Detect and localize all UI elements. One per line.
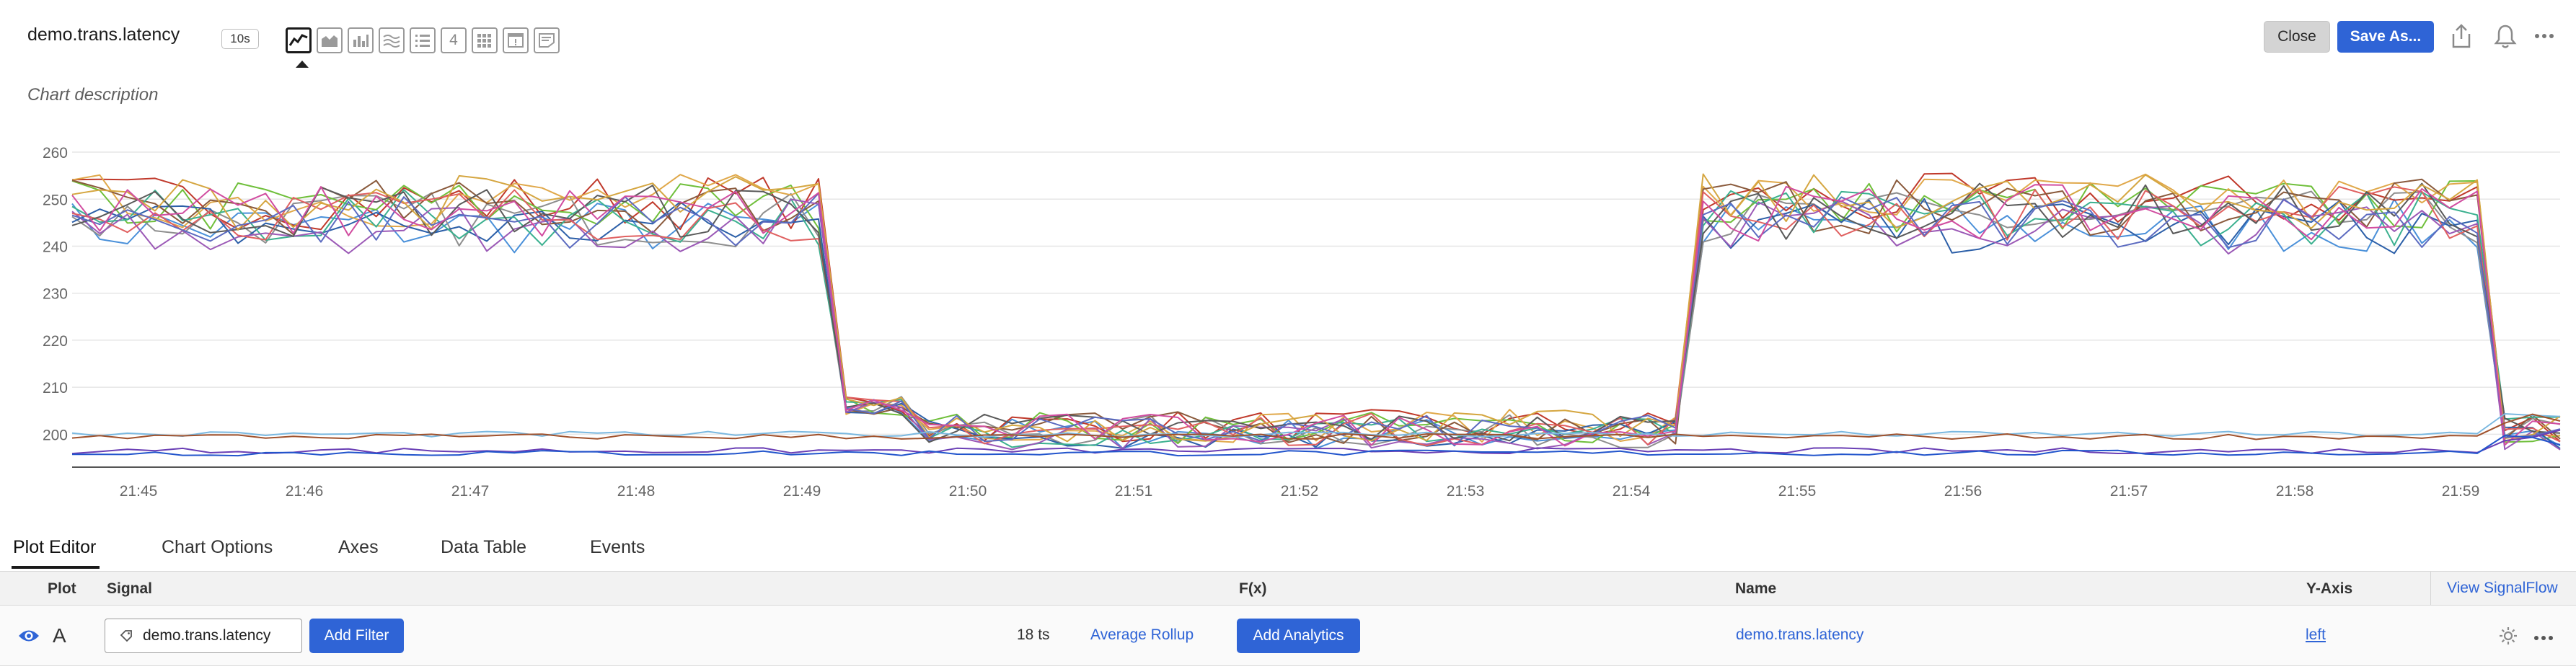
plot-table-header: Plot Signal F(x) Name Y-Axis View Signal… — [0, 571, 2576, 606]
histogram-icon[interactable] — [379, 27, 405, 53]
plot-row: A demo.trans.latency Add Filter 18 ts Av… — [0, 606, 2576, 666]
series-line[interactable] — [71, 182, 2561, 443]
tab-events[interactable]: Events — [590, 537, 645, 558]
y-tick-label: 220 — [43, 333, 68, 350]
series-line[interactable] — [71, 198, 2561, 451]
active-tab-indicator — [12, 566, 100, 569]
x-tick-label: 21:57 — [2110, 483, 2148, 500]
y-tick-label: 210 — [43, 380, 68, 396]
series-line[interactable] — [71, 198, 2561, 449]
event-feed-icon[interactable] — [503, 27, 529, 53]
plot-name-link[interactable]: demo.trans.latency — [1736, 626, 1863, 644]
x-tick-label: 21:47 — [451, 483, 490, 500]
resolution-badge: 10s — [221, 29, 259, 49]
yaxis-link[interactable]: left — [2306, 626, 2326, 644]
add-analytics-button[interactable]: Add Analytics — [1237, 619, 1360, 653]
chart-header: demo.trans.latency 10s 4 Close Save As..… — [0, 0, 2576, 72]
x-tick-label: 21:56 — [1944, 483, 1982, 500]
tab-chart-options[interactable]: Chart Options — [162, 537, 273, 558]
heatmap-icon[interactable] — [472, 27, 498, 53]
x-tick-label: 21:50 — [949, 483, 987, 500]
chart-svg: 200 210 220 230 240 250 260 21:45 21:46 21:47 21:4… — [43, 145, 2561, 500]
timeseries-count: 18 ts — [1017, 626, 1050, 643]
visualization-picker: 4 — [286, 27, 560, 53]
add-filter-button[interactable]: Add Filter — [309, 619, 404, 653]
chart-description[interactable]: Chart description — [27, 85, 158, 105]
series-line[interactable] — [71, 189, 2561, 448]
x-tick-label: 21:53 — [1447, 483, 1485, 500]
y-tick-label: 200 — [43, 427, 68, 443]
series-line[interactable] — [71, 184, 2561, 447]
area-chart-icon[interactable] — [317, 27, 343, 53]
header-fx: F(x) — [1239, 580, 1267, 597]
series-line[interactable] — [71, 192, 2561, 447]
x-tick-label: 21:55 — [1778, 483, 1817, 500]
x-tick-label: 21:54 — [1613, 483, 1651, 500]
chart-title[interactable]: demo.trans.latency — [27, 25, 180, 45]
tab-plot-editor[interactable]: Plot Editor — [13, 537, 96, 558]
line-chart-icon[interactable] — [286, 27, 312, 53]
x-tick-label: 21:51 — [1115, 483, 1153, 500]
single-value-icon[interactable]: 4 — [441, 27, 467, 53]
text-note-icon[interactable] — [534, 27, 560, 53]
bell-icon[interactable] — [2491, 22, 2520, 50]
signal-field[interactable]: demo.trans.latency — [105, 619, 302, 653]
share-icon[interactable] — [2447, 22, 2476, 50]
series-line[interactable] — [71, 198, 2561, 449]
x-tick-label: 21:45 — [120, 483, 158, 500]
tag-icon — [120, 630, 132, 642]
line-chart: 200 210 220 230 240 250 260 21:45 21:46 21:47 21:4… — [0, 137, 2576, 512]
more-options-icon[interactable] — [2530, 22, 2559, 50]
row-more-options-icon[interactable] — [2533, 632, 2554, 645]
x-tick-label: 21:59 — [2442, 483, 2480, 500]
signal-field-value: demo.trans.latency — [143, 627, 271, 644]
x-tick-label: 21:52 — [1281, 483, 1319, 500]
header-name: Name — [1735, 580, 1777, 597]
tab-data-table[interactable]: Data Table — [441, 537, 526, 558]
y-tick-label: 260 — [43, 145, 68, 161]
eye-icon[interactable] — [17, 628, 40, 647]
x-tick-label: 21:58 — [2276, 483, 2314, 500]
y-tick-label: 230 — [43, 286, 68, 303]
view-signalflow-link[interactable]: View SignalFlow — [2430, 572, 2558, 605]
x-tick-label: 21:49 — [783, 483, 821, 500]
header-plot: Plot — [48, 580, 76, 597]
column-chart-icon[interactable] — [348, 27, 374, 53]
tab-axes[interactable]: Axes — [338, 537, 379, 558]
list-icon[interactable] — [410, 27, 436, 53]
plot-letter[interactable]: A — [53, 624, 66, 647]
y-tick-label: 250 — [43, 192, 68, 208]
editor-tabs: Plot Editor Chart Options Axes Data Tabl… — [0, 530, 2576, 572]
gear-icon[interactable] — [2498, 626, 2518, 650]
save-as-button[interactable]: Save As... — [2337, 21, 2434, 53]
close-button[interactable]: Close — [2264, 21, 2330, 53]
header-yaxis: Y-Axis — [2306, 580, 2353, 597]
y-tick-label: 240 — [43, 239, 68, 255]
x-tick-label: 21:46 — [286, 483, 324, 500]
rollup-link[interactable]: Average Rollup — [1090, 626, 1194, 644]
x-tick-label: 21:48 — [617, 483, 656, 500]
active-viz-caret — [296, 61, 309, 68]
series-line[interactable] — [71, 172, 2561, 443]
header-signal: Signal — [107, 580, 153, 597]
